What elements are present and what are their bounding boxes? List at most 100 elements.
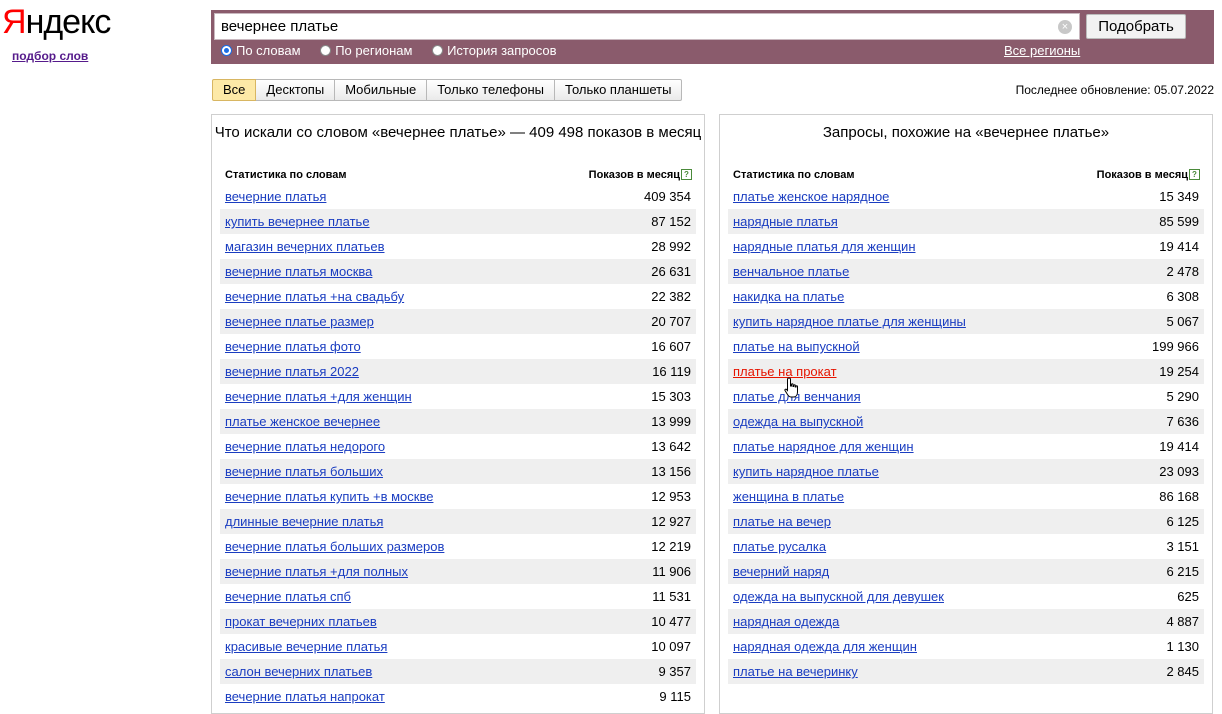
impressions-count: 13 999: [651, 414, 691, 429]
impressions-count: 19 254: [1159, 364, 1199, 379]
radio-history[interactable]: История запросов: [432, 43, 557, 58]
table-row: вечерний наряд 6 215: [728, 559, 1204, 584]
panel-title: Запросы, похожие на «вечернее платье»: [822, 124, 1110, 141]
impressions-count: 86 168: [1159, 489, 1199, 504]
impressions-count: 2 845: [1166, 664, 1199, 679]
table-row: вечерние платья спб 11 531: [220, 584, 696, 609]
help-icon[interactable]: ?: [681, 169, 692, 180]
keyword-link[interactable]: красивые вечерние платья: [225, 639, 387, 654]
col-header-count-label: Показов в месяц: [588, 169, 680, 181]
radio-by-regions[interactable]: По регионам: [320, 43, 412, 58]
impressions-count: 15 303: [651, 389, 691, 404]
impressions-count: 19 414: [1159, 439, 1199, 454]
keyword-link[interactable]: купить вечернее платье: [225, 214, 370, 229]
keyword-link[interactable]: одежда на выпускной: [733, 414, 863, 429]
keyword-link[interactable]: вечерние платья спб: [225, 589, 351, 604]
keyword-link[interactable]: вечерние платья больших размеров: [225, 539, 444, 554]
keyword-link[interactable]: женщина в платье: [733, 489, 844, 504]
keyword-link[interactable]: платье на вечеринку: [733, 664, 858, 679]
tab-desktops[interactable]: Десктопы: [256, 79, 336, 101]
clear-icon[interactable]: ×: [1058, 20, 1072, 34]
radio-icon: [432, 45, 444, 56]
words-panel: Что искали со словом «вечернее платье» —…: [211, 114, 705, 714]
impressions-count: 5 290: [1166, 389, 1199, 404]
table-row: вечерние платья больших 13 156: [220, 459, 696, 484]
search-mode-radios: По словам По регионам История запросов: [221, 43, 573, 59]
table-row: одежда на выпускной 7 636: [728, 409, 1204, 434]
table-row: купить нарядное платье 23 093: [728, 459, 1204, 484]
keyword-link[interactable]: нарядные платья: [733, 214, 838, 229]
keyword-link[interactable]: нарядные платья для женщин: [733, 239, 916, 254]
tab-tablets[interactable]: Только планшеты: [555, 79, 683, 101]
col-header-count-label: Показов в месяц: [1096, 169, 1188, 181]
keyword-link[interactable]: вечерние платья фото: [225, 339, 361, 354]
table-row: платье женское нарядное 15 349: [728, 184, 1204, 209]
table-row: платье на вечеринку 2 845: [728, 659, 1204, 684]
keyword-link[interactable]: платье на выпускной: [733, 339, 860, 354]
keyword-link[interactable]: платье на вечер: [733, 514, 831, 529]
keyword-link[interactable]: венчальное платье: [733, 264, 849, 279]
table-row: магазин вечерних платьев 28 992: [220, 234, 696, 259]
table-row: вечерние платья больших размеров 12 219: [220, 534, 696, 559]
service-link[interactable]: подбор слов: [12, 49, 88, 63]
search-input[interactable]: вечернее платье ×: [214, 13, 1080, 40]
table-row: платье русалка 3 151: [728, 534, 1204, 559]
table-row: платье женское вечернее 13 999: [220, 409, 696, 434]
impressions-count: 13 156: [651, 464, 691, 479]
tab-phones[interactable]: Только телефоны: [427, 79, 556, 101]
table-row: вечерние платья напрокат 9 115: [220, 684, 696, 709]
impressions-count: 1 130: [1166, 639, 1199, 654]
keyword-link[interactable]: салон вечерних платьев: [225, 664, 372, 679]
table-row: нарядные платья для женщин 19 414: [728, 234, 1204, 259]
radio-label: По словам: [236, 43, 301, 58]
table-row: длинные вечерние платья 12 927: [220, 509, 696, 534]
keyword-link[interactable]: вечерний наряд: [733, 564, 829, 579]
table-row: венчальное платье 2 478: [728, 259, 1204, 284]
table-row: вечернее платье размер 20 707: [220, 309, 696, 334]
keyword-link[interactable]: магазин вечерних платьев: [225, 239, 385, 254]
help-icon[interactable]: ?: [1189, 169, 1200, 180]
table-row: вечерние платья +для полных 11 906: [220, 559, 696, 584]
keyword-link[interactable]: одежда на выпускной для девушек: [733, 589, 944, 604]
table-row: одежда на выпускной для девушек 625: [728, 584, 1204, 609]
col-header-words: Статистика по словам: [733, 169, 855, 181]
table-row: вечерние платья 2022 16 119: [220, 359, 696, 384]
keyword-link[interactable]: платье русалка: [733, 539, 826, 554]
device-tabs: Все Десктопы Мобильные Только телефоны Т…: [212, 79, 683, 101]
keyword-link[interactable]: вечернее платье размер: [225, 314, 374, 329]
keyword-link[interactable]: нарядная одежда: [733, 614, 839, 629]
impressions-count: 409 354: [644, 189, 691, 204]
keyword-link[interactable]: вечерние платья москва: [225, 264, 372, 279]
tab-all[interactable]: Все: [212, 79, 257, 101]
keyword-link[interactable]: вечерние платья купить +в москве: [225, 489, 433, 504]
keyword-link[interactable]: вечерние платья напрокат: [225, 689, 385, 704]
keyword-link[interactable]: длинные вечерние платья: [225, 514, 383, 529]
keyword-link[interactable]: платье женское нарядное: [733, 189, 889, 204]
radio-by-words[interactable]: По словам: [221, 43, 301, 58]
keyword-link[interactable]: вечерние платья больших: [225, 464, 383, 479]
impressions-count: 6 215: [1166, 564, 1199, 579]
submit-button[interactable]: Подобрать: [1086, 14, 1186, 39]
keyword-link[interactable]: вечерние платья +для полных: [225, 564, 408, 579]
tab-mobile[interactable]: Мобильные: [335, 79, 428, 101]
keyword-link[interactable]: нарядная одежда для женщин: [733, 639, 917, 654]
impressions-count: 26 631: [651, 264, 691, 279]
keyword-link[interactable]: платье женское вечернее: [225, 414, 380, 429]
keyword-link[interactable]: вечерние платья +на свадьбу: [225, 289, 404, 304]
impressions-count: 16 119: [652, 364, 691, 379]
keyword-link[interactable]: накидка на платье: [733, 289, 844, 304]
all-regions-link[interactable]: Все регионы: [1004, 43, 1080, 58]
keyword-link[interactable]: купить нарядное платье для женщины: [733, 314, 966, 329]
table-row: прокат вечерних платьев 10 477: [220, 609, 696, 634]
keyword-link[interactable]: вечерние платья: [225, 189, 326, 204]
keyword-link[interactable]: вечерние платья +для женщин: [225, 389, 412, 404]
keyword-link[interactable]: вечерние платья 2022: [225, 364, 359, 379]
keyword-link[interactable]: прокат вечерних платьев: [225, 614, 377, 629]
similar-list: платье женское нарядное 15 349 нарядные пл…: [728, 184, 1204, 684]
impressions-count: 625: [1177, 589, 1199, 604]
yandex-logo[interactable]: Яндекс: [2, 2, 111, 42]
keyword-link[interactable]: купить нарядное платье: [733, 464, 879, 479]
table-row: нарядные платья 85 599: [728, 209, 1204, 234]
keyword-link[interactable]: платье нарядное для женщин: [733, 439, 914, 454]
keyword-link[interactable]: вечерние платья недорого: [225, 439, 385, 454]
